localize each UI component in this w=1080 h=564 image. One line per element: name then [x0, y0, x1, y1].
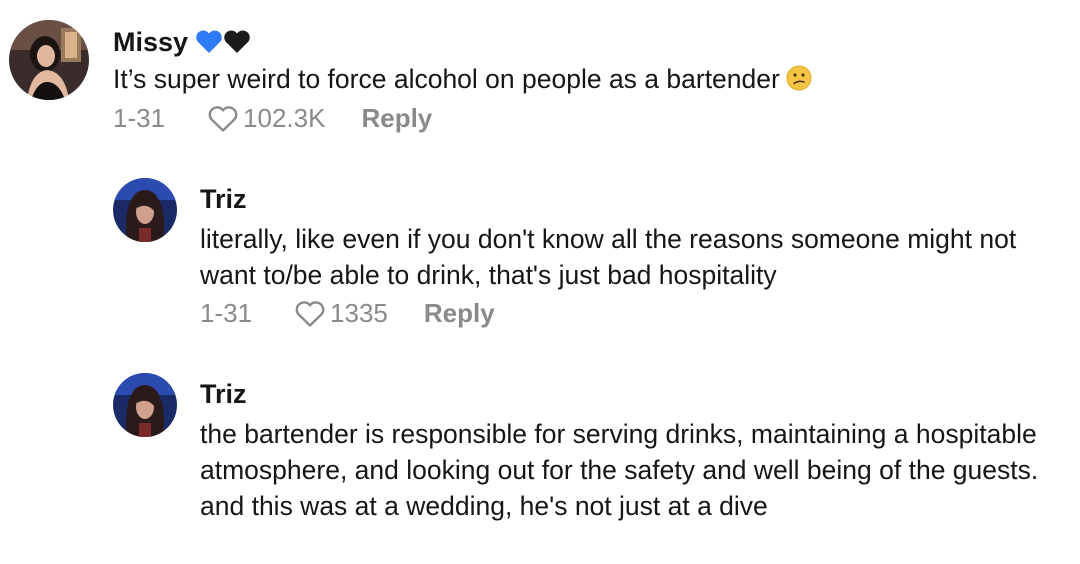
confused-face-icon — [786, 64, 812, 100]
comment-date: 1-31 — [200, 298, 253, 328]
comment-date: 1-31 — [113, 103, 166, 133]
comment-body: It’s super weird to force alcohol on peo… — [113, 64, 780, 94]
comment-meta: 1-31 1335 Reply — [200, 298, 495, 329]
heart-outline-icon — [208, 105, 238, 132]
avatar[interactable] — [113, 373, 177, 437]
avatar[interactable] — [9, 20, 89, 100]
blue-heart-icon — [196, 30, 222, 53]
comment-text: literally, like even if you don't know a… — [200, 224, 1017, 290]
author-name: Missy — [113, 27, 189, 57]
reply-button[interactable]: Reply — [424, 298, 495, 329]
user-avatar-image — [113, 178, 177, 242]
author-emoji-group — [195, 29, 251, 54]
like-count: 102.3K — [243, 103, 326, 133]
comment-text: the bartender is responsible for serving… — [200, 419, 1039, 521]
reply-button[interactable]: Reply — [361, 103, 432, 134]
reply-comment: Triz literally, like even if you don't k… — [0, 160, 1080, 340]
heart-outline-icon — [295, 300, 325, 327]
user-avatar-image — [9, 20, 89, 100]
like-button[interactable]: 1335 — [294, 298, 388, 329]
comment: Missy It’s super weird to force alcohol … — [0, 0, 1080, 150]
comment-text: It’s super weird to force alcohol on peo… — [113, 61, 1063, 100]
comment-author[interactable]: Triz — [200, 186, 247, 213]
comment-author[interactable]: Missy — [113, 29, 251, 56]
comment-meta: 1-31 102.3K Reply — [113, 103, 432, 134]
user-avatar-image — [113, 373, 177, 437]
like-button[interactable]: 102.3K — [207, 103, 325, 134]
like-count: 1335 — [330, 298, 388, 328]
black-heart-icon — [224, 30, 250, 53]
comment-author[interactable]: Triz — [200, 381, 247, 408]
avatar[interactable] — [113, 178, 177, 242]
reply-comment: Triz the bartender is responsible for se… — [0, 355, 1080, 564]
